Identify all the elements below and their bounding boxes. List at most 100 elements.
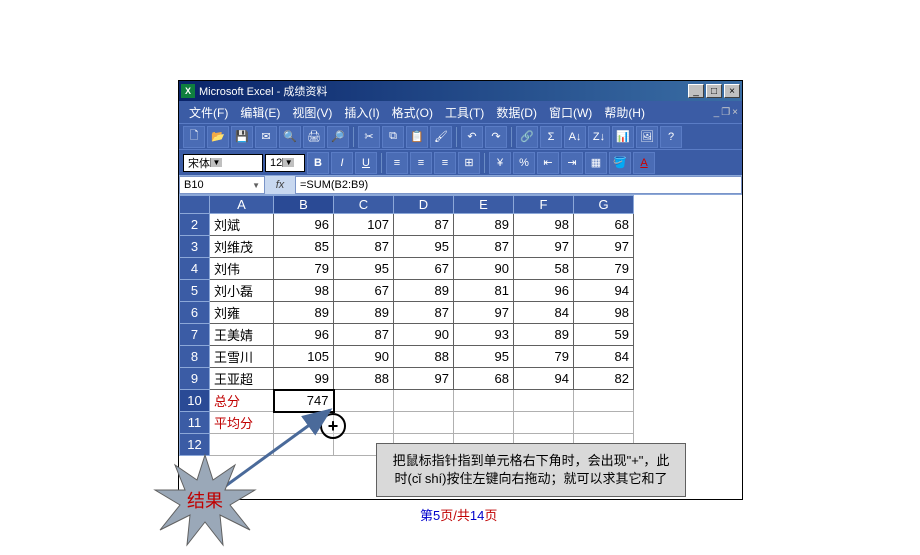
row-header-4[interactable]: 4 [180, 258, 210, 280]
cell-E8[interactable]: 95 [454, 346, 514, 368]
font-size-selector[interactable]: 12▼ [265, 154, 305, 172]
search-button[interactable]: 🔍 [279, 126, 301, 148]
cell-B2[interactable]: 96 [274, 214, 334, 236]
cell-A8[interactable]: 王雪川 [210, 346, 274, 368]
cell-F10[interactable] [514, 390, 574, 412]
cell-D3[interactable]: 95 [394, 236, 454, 258]
row-header-11[interactable]: 11 [180, 412, 210, 434]
bold-button[interactable]: B [307, 152, 329, 174]
row-header-7[interactable]: 7 [180, 324, 210, 346]
minimize-button[interactable]: _ [688, 84, 704, 98]
worksheet-grid[interactable]: ABCDEFG2刘斌96107878998683刘维茂8587958797974… [179, 195, 742, 456]
col-header-G[interactable]: G [574, 196, 634, 214]
cell-B10[interactable]: 747 [274, 390, 334, 412]
cell-D5[interactable]: 89 [394, 280, 454, 302]
menu-4[interactable]: 格式(O) [386, 102, 439, 123]
mdi-restore[interactable]: ❐ [721, 107, 730, 118]
cell-B8[interactable]: 105 [274, 346, 334, 368]
cell-C4[interactable]: 95 [334, 258, 394, 280]
row-header-9[interactable]: 9 [180, 368, 210, 390]
merge-button[interactable]: ⊞ [458, 152, 480, 174]
select-all-corner[interactable] [180, 196, 210, 214]
cell-G4[interactable]: 79 [574, 258, 634, 280]
cell-G11[interactable] [574, 412, 634, 434]
cell-F3[interactable]: 97 [514, 236, 574, 258]
row-header-8[interactable]: 8 [180, 346, 210, 368]
cell-B9[interactable]: 99 [274, 368, 334, 390]
paste-button[interactable]: 📋 [406, 126, 428, 148]
save-button[interactable]: 💾 [231, 126, 253, 148]
drawing-button[interactable]: 🖼 [636, 126, 658, 148]
copy-button[interactable]: ⧉ [382, 126, 404, 148]
menu-8[interactable]: 帮助(H) [598, 102, 651, 123]
mdi-close[interactable]: × [732, 107, 738, 118]
cell-F7[interactable]: 89 [514, 324, 574, 346]
sort-asc-button[interactable]: A↓ [564, 126, 586, 148]
cell-A10[interactable]: 总分 [210, 390, 274, 412]
menu-3[interactable]: 插入(I) [338, 102, 385, 123]
cell-E11[interactable] [454, 412, 514, 434]
mail-button[interactable]: ✉ [255, 126, 277, 148]
cell-E10[interactable] [454, 390, 514, 412]
align-center-button[interactable]: ≡ [410, 152, 432, 174]
menu-5[interactable]: 工具(T) [439, 102, 490, 123]
cell-B3[interactable]: 85 [274, 236, 334, 258]
col-header-B[interactable]: B [274, 196, 334, 214]
col-header-E[interactable]: E [454, 196, 514, 214]
cut-button[interactable]: ✂ [358, 126, 380, 148]
menu-6[interactable]: 数据(D) [490, 102, 543, 123]
cell-A2[interactable]: 刘斌 [210, 214, 274, 236]
cell-G10[interactable] [574, 390, 634, 412]
fill-color-button[interactable]: 🪣 [609, 152, 631, 174]
row-header-3[interactable]: 3 [180, 236, 210, 258]
cell-C7[interactable]: 87 [334, 324, 394, 346]
mdi-minimize[interactable]: _ [714, 107, 720, 118]
maximize-button[interactable]: □ [706, 84, 722, 98]
cell-G9[interactable]: 82 [574, 368, 634, 390]
sort-desc-button[interactable]: Z↓ [588, 126, 610, 148]
italic-button[interactable]: I [331, 152, 353, 174]
currency-button[interactable]: ¥ [489, 152, 511, 174]
cell-E3[interactable]: 87 [454, 236, 514, 258]
outdent-button[interactable]: ⇥ [561, 152, 583, 174]
title-bar[interactable]: X Microsoft Excel - 成绩资料 _ □ × [179, 81, 742, 101]
cell-C3[interactable]: 87 [334, 236, 394, 258]
cell-G3[interactable]: 97 [574, 236, 634, 258]
link-button[interactable]: 🔗 [516, 126, 538, 148]
cell-A4[interactable]: 刘伟 [210, 258, 274, 280]
cell-A5[interactable]: 刘小磊 [210, 280, 274, 302]
cell-E2[interactable]: 89 [454, 214, 514, 236]
undo-button[interactable]: ↶ [461, 126, 483, 148]
open-button[interactable]: 📂 [207, 126, 229, 148]
cell-B11[interactable] [274, 412, 334, 434]
cell-D10[interactable] [394, 390, 454, 412]
sum-button[interactable]: Σ [540, 126, 562, 148]
cell-G6[interactable]: 98 [574, 302, 634, 324]
col-header-F[interactable]: F [514, 196, 574, 214]
indent-button[interactable]: ⇤ [537, 152, 559, 174]
redo-button[interactable]: ↷ [485, 126, 507, 148]
cell-D4[interactable]: 67 [394, 258, 454, 280]
menu-2[interactable]: 视图(V) [286, 102, 338, 123]
cell-D11[interactable] [394, 412, 454, 434]
cell-E4[interactable]: 90 [454, 258, 514, 280]
fx-label[interactable]: fx [265, 179, 295, 191]
cell-D6[interactable]: 87 [394, 302, 454, 324]
cell-B4[interactable]: 79 [274, 258, 334, 280]
cell-E5[interactable]: 81 [454, 280, 514, 302]
underline-button[interactable]: U [355, 152, 377, 174]
row-header-6[interactable]: 6 [180, 302, 210, 324]
cell-C6[interactable]: 89 [334, 302, 394, 324]
format-painter-button[interactable]: 🖌 [430, 126, 452, 148]
cell-F2[interactable]: 98 [514, 214, 574, 236]
print-button[interactable]: 🖨 [303, 126, 325, 148]
cell-F9[interactable]: 94 [514, 368, 574, 390]
cell-D8[interactable]: 88 [394, 346, 454, 368]
name-box[interactable]: B10▼ [179, 176, 265, 194]
cell-E9[interactable]: 68 [454, 368, 514, 390]
cell-C9[interactable]: 88 [334, 368, 394, 390]
cell-A3[interactable]: 刘维茂 [210, 236, 274, 258]
cell-B5[interactable]: 98 [274, 280, 334, 302]
cell-D7[interactable]: 90 [394, 324, 454, 346]
col-header-C[interactable]: C [334, 196, 394, 214]
